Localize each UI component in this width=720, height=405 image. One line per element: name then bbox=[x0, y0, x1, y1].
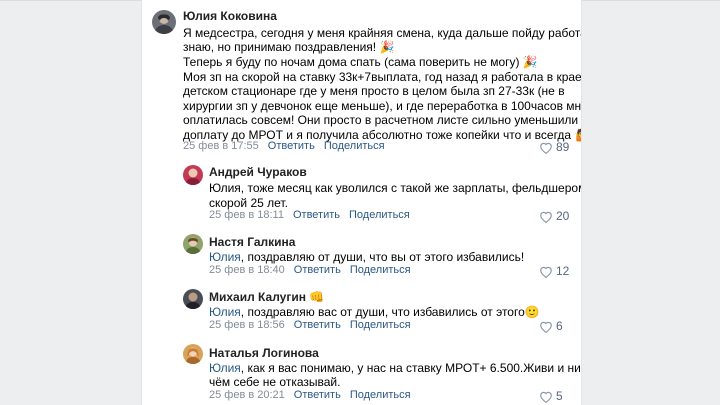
share-button[interactable]: Поделиться bbox=[350, 319, 411, 331]
share-button[interactable]: Поделиться bbox=[350, 264, 411, 276]
heart-icon bbox=[540, 391, 552, 404]
comment-text-line: оплатилась совсем! Они просто в расчетно… bbox=[183, 113, 579, 127]
comment-text-line: чём себе не отказывай. bbox=[209, 375, 341, 389]
comment-text: , поздравляю от души, что вы от этого из… bbox=[240, 250, 525, 264]
like-button[interactable]: 12 bbox=[539, 264, 570, 279]
like-count: 12 bbox=[556, 264, 570, 278]
comment-meta: 25 фев в 18:11 Ответить Поделиться bbox=[209, 209, 410, 221]
comment-date[interactable]: 25 фев в 18:56 bbox=[209, 319, 285, 331]
comment-date[interactable]: 25 фев в 20:21 bbox=[209, 389, 285, 401]
share-button[interactable]: Поделиться bbox=[349, 209, 410, 221]
reply-button[interactable]: Ответить bbox=[294, 389, 341, 401]
mention-link[interactable]: Юлия bbox=[209, 250, 241, 264]
mention-link[interactable]: Юлия bbox=[209, 361, 241, 375]
fist-emoji: 👊 bbox=[308, 290, 324, 304]
comments-card: Юлия Коковина Я медсестра, сегодня у мен… bbox=[141, 0, 582, 405]
comment-text: , как я вас понимаю, у нас на ставку МРО… bbox=[240, 361, 582, 375]
comment-text-line: Юлия, поздравляю от души, что вы от этог… bbox=[209, 250, 524, 265]
avatar[interactable] bbox=[183, 165, 203, 185]
comment-author[interactable]: Андрей Чураков bbox=[209, 165, 307, 179]
mention-link[interactable]: Юлия bbox=[209, 305, 241, 319]
comment-text-line: Юлия, поздравляю вас от души, что избави… bbox=[209, 305, 540, 320]
like-button[interactable]: 89 bbox=[539, 140, 570, 155]
like-button[interactable]: 6 bbox=[539, 319, 563, 334]
comment-text-line: Я медсестра, сегодня у меня крайняя смен… bbox=[183, 26, 582, 40]
comment-date[interactable]: 25 фев в 18:40 bbox=[209, 264, 285, 276]
reply-button[interactable]: Ответить bbox=[294, 319, 341, 331]
reply-button[interactable]: Ответить bbox=[293, 209, 340, 221]
like-button[interactable]: 5 bbox=[539, 389, 563, 404]
comment-text: , поздравляю вас от души, что избавились… bbox=[240, 305, 540, 319]
like-count: 20 bbox=[556, 209, 570, 223]
comment-text-line: Юлия, как я вас понимаю, у нас на ставку… bbox=[209, 361, 582, 376]
comment-text-line: знаю, но принимаю поздравления! 🎉 bbox=[183, 40, 395, 54]
comment-author[interactable]: Наталья Логинова bbox=[209, 346, 319, 360]
like-count: 89 bbox=[556, 140, 570, 154]
comment-text-line: Моя зп на скорой на ставку 33к+7выплата,… bbox=[183, 70, 582, 84]
comment-author[interactable]: Настя Галкина bbox=[209, 235, 295, 249]
comment-meta: 25 фев в 17:55 Ответить Поделиться bbox=[183, 140, 385, 152]
comment-date[interactable]: 25 фев в 18:11 bbox=[209, 209, 284, 221]
comment-text-line: детском стационаре где у меня просто в ц… bbox=[183, 84, 565, 98]
author-name: Михаил Калугин bbox=[209, 290, 306, 304]
heart-icon bbox=[540, 211, 552, 224]
heart-icon bbox=[540, 266, 552, 279]
like-button[interactable]: 20 bbox=[539, 209, 570, 224]
comment-author[interactable]: Юлия Коковина bbox=[183, 9, 277, 23]
avatar[interactable] bbox=[183, 234, 203, 254]
comment-meta: 25 фев в 18:40 Ответить Поделиться bbox=[209, 264, 411, 276]
comment-text-line: хирургии зп у девчонок еще меньше), и гд… bbox=[183, 99, 582, 113]
heart-icon bbox=[540, 321, 552, 334]
avatar[interactable] bbox=[152, 10, 176, 34]
like-count: 6 bbox=[556, 319, 563, 333]
comment-date[interactable]: 25 фев в 17:55 bbox=[183, 140, 259, 152]
share-button[interactable]: Поделиться bbox=[350, 389, 411, 401]
heart-icon bbox=[540, 142, 552, 155]
comment-meta: 25 фев в 20:21 Ответить Поделиться bbox=[209, 389, 411, 401]
like-count: 5 bbox=[556, 389, 563, 403]
comment-meta: 25 фев в 18:56 Ответить Поделиться bbox=[209, 319, 411, 331]
avatar[interactable] bbox=[183, 344, 203, 364]
avatar[interactable] bbox=[183, 289, 203, 309]
comment-author[interactable]: Михаил Калугин 👊 bbox=[209, 290, 324, 304]
share-button[interactable]: Поделиться bbox=[324, 140, 385, 152]
reply-button[interactable]: Ответить bbox=[294, 264, 341, 276]
reply-button[interactable]: Ответить bbox=[268, 140, 315, 152]
comment-text-line: Теперь я буду по ночам дома спать (сама … bbox=[183, 55, 538, 69]
comment-text-line: Юлия, тоже месяц как уволился с такой же… bbox=[209, 181, 582, 195]
